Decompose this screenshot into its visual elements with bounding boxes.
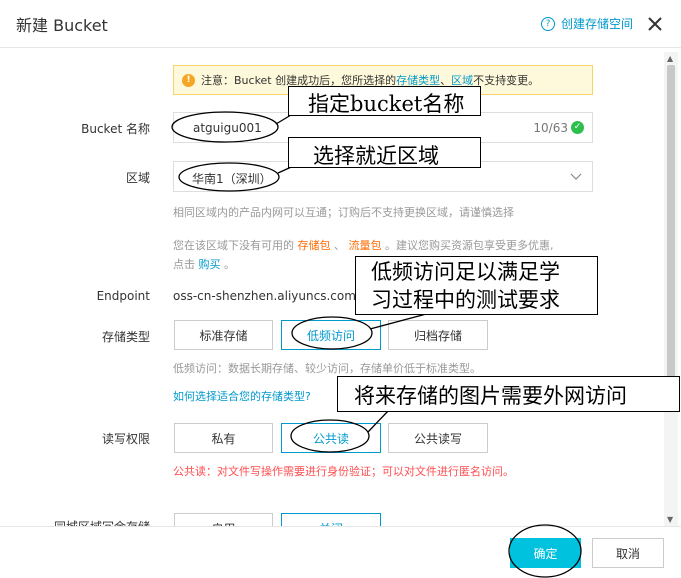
- storage-option-archive[interactable]: 归档存储: [388, 320, 488, 350]
- package-hint-suffix: 。建议您购买资源包享受更多优惠,: [385, 239, 554, 252]
- buy-link[interactable]: 购买: [199, 258, 221, 271]
- help-link-label: 创建存储空间: [561, 17, 634, 31]
- endpoint-value: oss-cn-shenzhen.aliyuncs.com: [173, 289, 356, 303]
- scroll-down-icon[interactable]: ▼: [667, 515, 673, 524]
- chevron-down-icon: [570, 173, 582, 180]
- callout-bucket-name: 指定bucket名称: [288, 86, 481, 116]
- acl-hint: 公共读：对文件写操作需要进行身份验证；可以对文件进行匿名访问。: [173, 465, 514, 478]
- bucket-name-label: Bucket 名称: [81, 122, 150, 136]
- redundancy-option-disable[interactable]: 关闭: [281, 513, 381, 526]
- acl-option-private[interactable]: 私有: [174, 423, 273, 453]
- bucket-name-value: atguigu001: [193, 121, 262, 135]
- traffic-package-link[interactable]: 流量包: [349, 239, 382, 252]
- redundancy-option-enable[interactable]: 启用: [174, 513, 273, 526]
- storage-type-label: 存储类型: [101, 330, 150, 344]
- package-sep: 、: [334, 239, 345, 252]
- char-counter: 10/63: [533, 121, 568, 135]
- region-hint: 相同区域内的产品内网可以互通；订购后不支持更换区域，请谨慎选择: [173, 206, 514, 219]
- package-hint-prefix: 您在该区域下没有可用的: [173, 239, 294, 252]
- acl-option-public-read-write[interactable]: 公共读写: [388, 423, 488, 453]
- region-value: 华南1（深圳）: [192, 172, 272, 186]
- storage-help-link[interactable]: 如何选择适合您的存储类型?: [173, 388, 311, 404]
- package-hint-line1: 您在该区域下没有可用的 存储包 、 流量包 。建议您购买资源包享受更多优惠,: [173, 237, 554, 253]
- endpoint-label: Endpoint: [96, 289, 150, 303]
- help-link[interactable]: ? 创建存储空间: [541, 15, 633, 32]
- region-label: 区域: [125, 171, 150, 185]
- acl-label: 读写权限: [101, 432, 150, 446]
- scroll-up-icon[interactable]: ▲: [667, 54, 673, 63]
- redundancy-label: 同城区域冗余存储: [10, 518, 150, 526]
- dialog-header: 新建 Bucket ? 创建存储空间: [0, 0, 681, 48]
- callout-storage-line2: 习过程中的测试要求: [371, 288, 560, 312]
- callout-acl: 将来存储的图片需要外网访问: [337, 376, 680, 412]
- storage-option-ia[interactable]: 低频访问: [281, 320, 381, 350]
- storage-option-standard[interactable]: 标准存储: [174, 320, 273, 350]
- storage-hint: 低频访问：数据长期存储、较少访问，存储单价低于标准类型。: [173, 362, 481, 375]
- warning-icon: !: [182, 73, 195, 87]
- package-hint-line2-prefix: 点击: [173, 258, 195, 271]
- storage-package-link[interactable]: 存储包: [298, 239, 331, 252]
- scrollbar[interactable]: ▲ ▼: [664, 52, 678, 526]
- close-icon[interactable]: [645, 14, 665, 34]
- scrollbar-thumb[interactable]: [667, 65, 675, 387]
- check-icon: ✓: [571, 121, 584, 134]
- dialog-title: 新建 Bucket: [16, 16, 108, 35]
- callout-storage: 低频访问足以满足学 习过程中的测试要求: [355, 256, 598, 315]
- notice-suffix: 不支持变更。: [473, 74, 540, 87]
- package-hint-line2: 点击 购买 。: [173, 256, 235, 272]
- confirm-button[interactable]: 确定: [510, 538, 581, 568]
- callout-storage-line1: 低频访问足以满足学: [371, 260, 560, 284]
- dialog-footer: 确定 取消: [0, 526, 681, 578]
- callout-region: 选择就近区域: [288, 137, 481, 168]
- help-icon: ?: [541, 16, 555, 31]
- package-hint-line2-suffix: 。: [224, 258, 235, 271]
- cancel-button[interactable]: 取消: [592, 538, 664, 568]
- acl-option-public-read[interactable]: 公共读: [281, 423, 381, 453]
